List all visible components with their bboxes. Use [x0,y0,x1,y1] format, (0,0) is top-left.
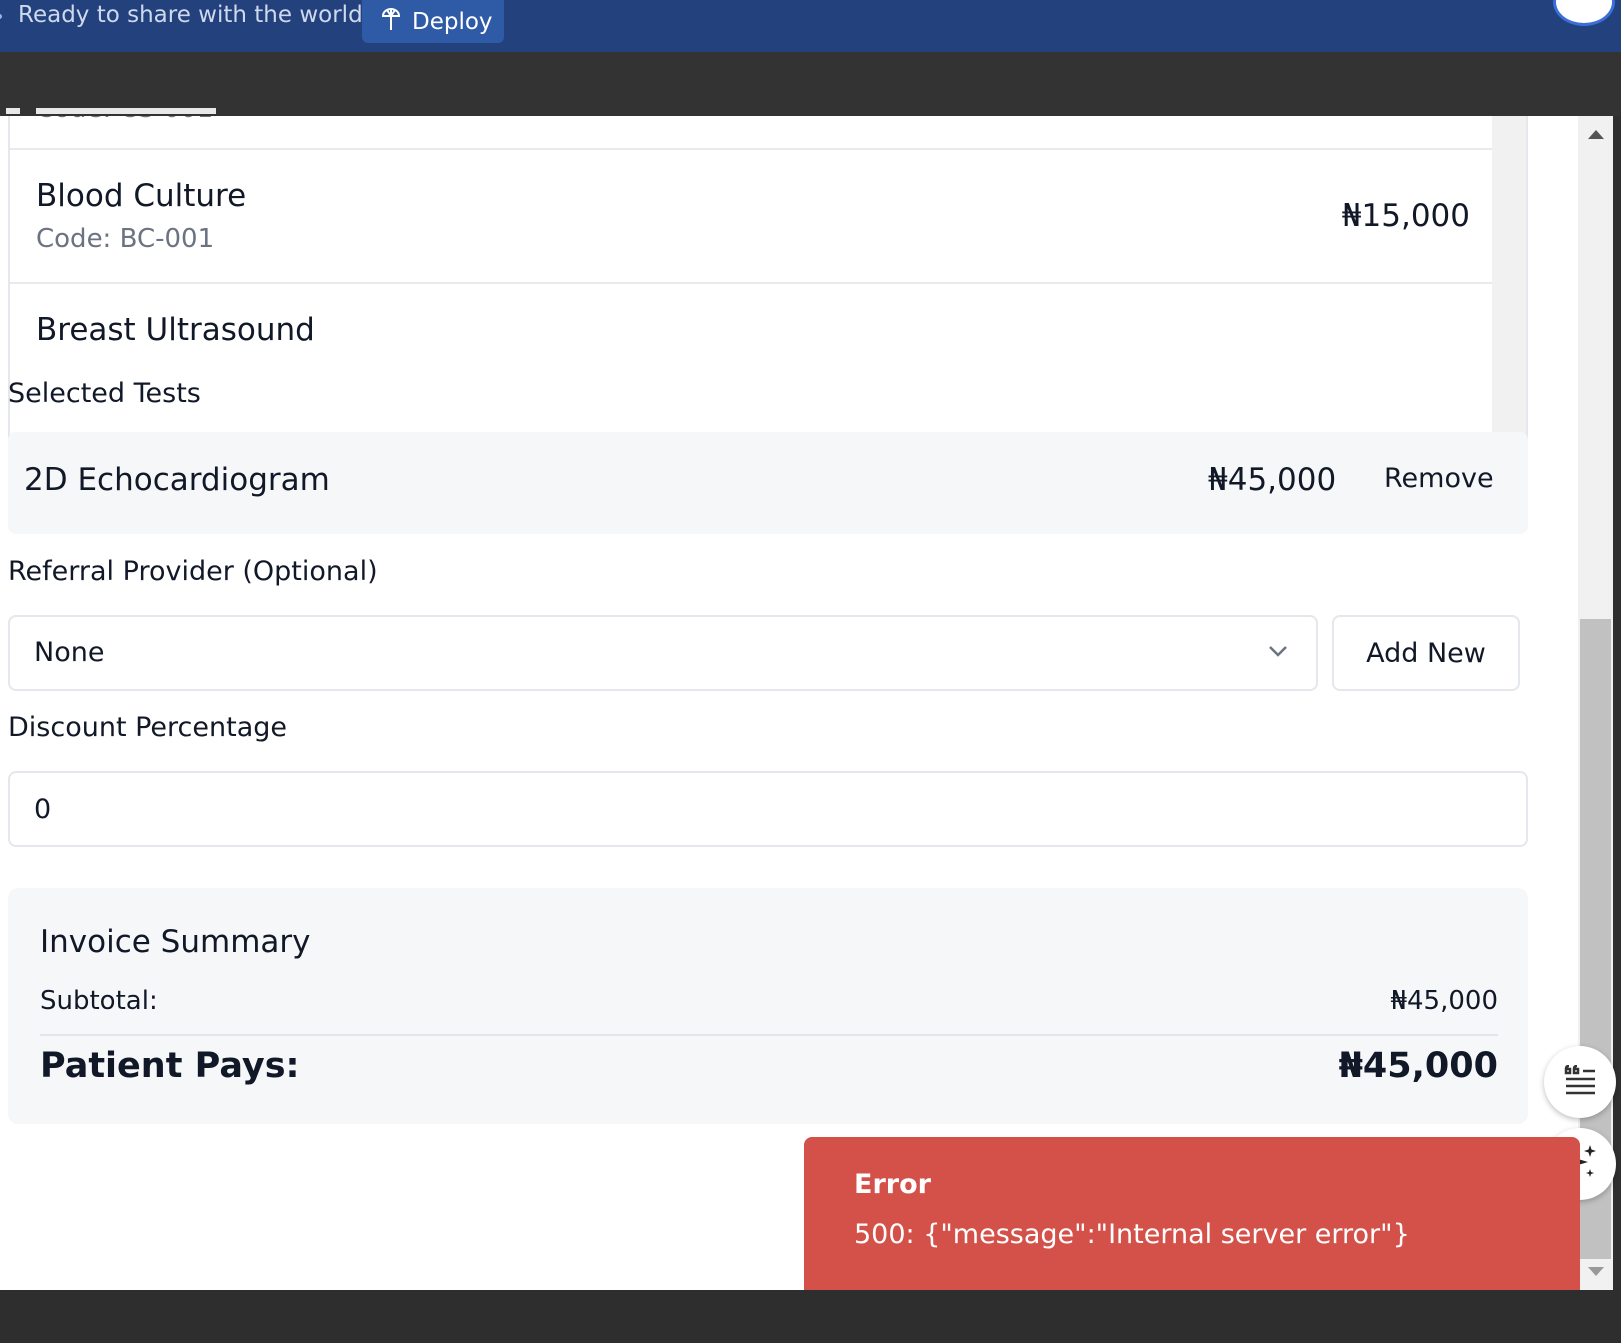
invoice-summary: Invoice Summary Subtotal: ₦45,000 Patien… [8,888,1528,1124]
test-name: Breast Ultrasound [36,312,315,348]
toast-title: Error [854,1169,931,1200]
bottom-bar [0,1290,1621,1343]
toast-message: 500: {"message":"Internal server error"} [854,1219,1410,1250]
subtotal-value: ₦45,000 [1390,986,1498,1016]
partial-test-code: Code: CS-001 [36,116,213,124]
summary-divider [40,1034,1498,1036]
banner-dot [0,14,2,19]
scroll-up-arrow[interactable] [1588,130,1604,139]
subtotal-label: Subtotal: [40,986,158,1016]
deploy-button[interactable]: Deploy [362,0,504,43]
selected-test-name: 2D Echocardiogram [24,462,330,498]
referral-select[interactable]: None [8,615,1318,691]
test-code: Code: BC-001 [36,224,215,254]
toolbar-strip [0,52,1621,116]
list-item[interactable]: Blood Culture Code: BC-001 ₦15,000 [10,148,1494,282]
discount-input[interactable] [8,771,1528,847]
add-new-button[interactable]: Add New [1332,615,1520,691]
deploy-label: Deploy [412,8,493,35]
summary-title: Invoice Summary [40,924,311,960]
scroll-down-arrow[interactable] [1588,1267,1604,1276]
deploy-banner: Ready to share with the world? Deploy [0,0,1621,52]
quote-list-button[interactable] [1544,1046,1616,1118]
chevron-down-icon [1266,641,1290,661]
quote-list-icon [1563,1064,1597,1099]
banner-prompt: Ready to share with the world? [18,2,375,28]
test-price: ₦15,000 [1341,198,1470,234]
test-name: Blood Culture [36,178,247,214]
referral-label: Referral Provider (Optional) [8,556,378,587]
selected-test-row: 2D Echocardiogram ₦45,000 Remove [8,432,1528,534]
referral-selected-value: None [34,637,105,668]
list-item[interactable]: Code: CS-001 [10,116,1494,150]
list-scrollbar[interactable] [1492,116,1526,464]
clipped-heading-fragment [6,108,266,114]
selected-test-price: ₦45,000 [1208,462,1337,498]
selected-tests-label: Selected Tests [8,378,201,409]
patient-pays-label: Patient Pays: [40,1046,300,1086]
deploy-icon [380,6,402,38]
order-form-page: Code: CS-001 Blood Culture Code: BC-001 … [0,116,1578,1290]
test-list[interactable]: Code: CS-001 Blood Culture Code: BC-001 … [8,116,1528,466]
discount-label: Discount Percentage [8,712,288,743]
profile-avatar[interactable] [1553,0,1615,26]
remove-button[interactable]: Remove [1384,463,1494,494]
patient-pays-value: ₦45,000 [1338,1046,1498,1086]
